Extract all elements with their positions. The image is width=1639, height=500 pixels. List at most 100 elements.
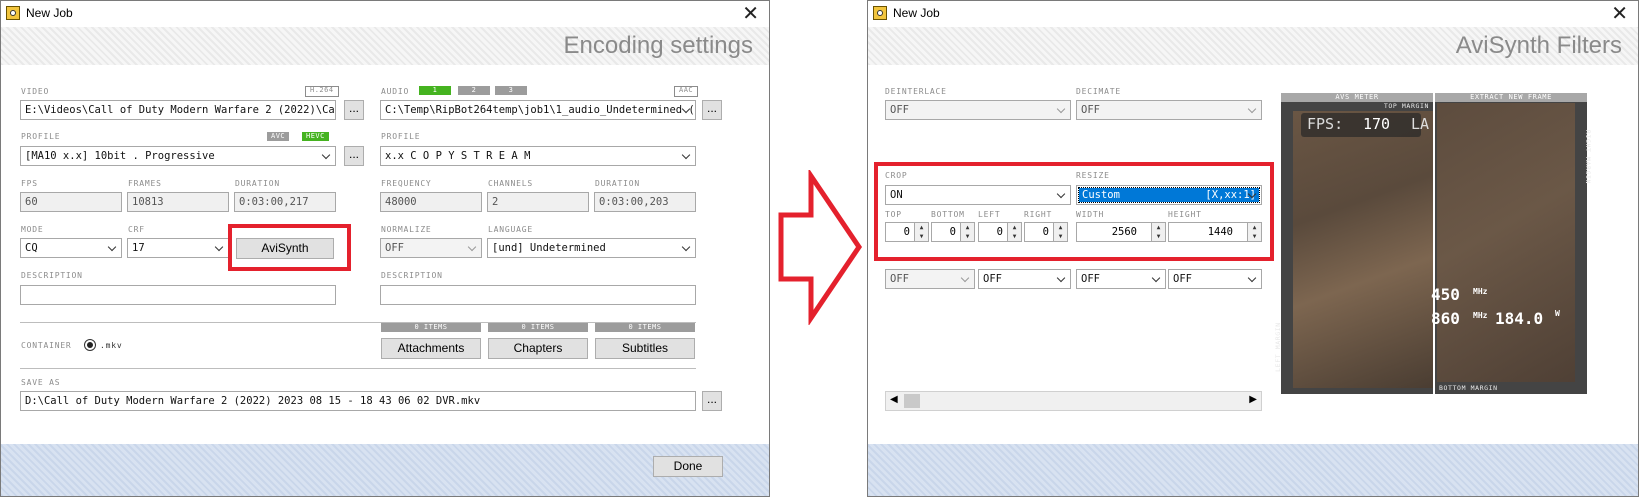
- codec-badge-aac: AAC: [674, 86, 699, 97]
- profile-browse-button[interactable]: ...: [344, 146, 364, 166]
- video-duration-field: 0:03:00,217: [234, 192, 336, 212]
- video-duration-label: DURATION: [235, 179, 280, 188]
- app-icon: [873, 6, 887, 20]
- audio-duration-label: DURATION: [595, 179, 640, 188]
- channels-field: 2: [487, 192, 589, 212]
- chapters-count: 0 ITEMS: [488, 323, 588, 332]
- audio-label: AUDIO: [381, 87, 410, 96]
- filter-select-3[interactable]: OFF: [1076, 269, 1166, 289]
- page-title: AviSynth Filters: [1455, 32, 1622, 59]
- avisynth-filters-window: New Job ✕ AviSynth Filters DEINTERLACE D…: [867, 0, 1639, 497]
- mhz-value-1: 450: [1431, 285, 1460, 304]
- top-margin-label[interactable]: TOP MARGIN: [1384, 102, 1429, 110]
- mhz-unit-1: MHz: [1473, 287, 1488, 296]
- crf-label: CRF: [128, 225, 145, 234]
- header-band: AviSynth Filters: [868, 27, 1638, 65]
- title-bar: New Job ✕: [868, 1, 1638, 27]
- save-as-path-field[interactable]: D:\Call of Duty Modern Warfare 2 (2022) …: [20, 391, 696, 411]
- la-overlay: LA: [1411, 115, 1430, 133]
- fps-overlay-label: FPS:: [1307, 115, 1344, 133]
- right-arrow-icon: [778, 170, 863, 325]
- crf-select[interactable]: 17: [127, 238, 229, 258]
- video-browse-button[interactable]: ...: [344, 100, 364, 120]
- subtitles-button[interactable]: Subtitles: [595, 338, 695, 359]
- video-profile-select[interactable]: [MA10 x.x] 10bit . Progressive: [20, 146, 336, 166]
- mkv-radio-label: .mkv: [100, 341, 123, 350]
- video-profile-label: PROFILE: [21, 132, 61, 141]
- watts-unit: W: [1555, 309, 1560, 318]
- mkv-radio[interactable]: [84, 339, 96, 351]
- audio-description-label: DESCRIPTION: [381, 271, 443, 280]
- frames-label: FRAMES: [128, 179, 162, 188]
- highlight-box: [874, 162, 1274, 261]
- frames-field: 10813: [127, 192, 229, 212]
- container-label: CONTAINER: [21, 341, 72, 350]
- encoding-settings-window: New Job ✕ Encoding settings VIDEO H.264 …: [0, 0, 770, 497]
- audio-track-2-tab[interactable]: 2: [458, 86, 490, 95]
- page-title: Encoding settings: [563, 32, 753, 59]
- frequency-field: 48000: [380, 192, 482, 212]
- preview-frame-image: FPS: 170 LA: [1293, 111, 1433, 388]
- attachments-count: 0 ITEMS: [381, 323, 481, 332]
- audio-duration-field: 0:03:00,203: [594, 192, 696, 212]
- video-description-field[interactable]: [20, 285, 336, 305]
- footer-band: [868, 444, 1638, 496]
- save-as-label: SAVE AS: [21, 378, 61, 387]
- video-path-field[interactable]: E:\Videos\Call of Duty Modern Warfare 2 …: [20, 100, 336, 120]
- deinterlace-select[interactable]: OFF: [885, 100, 1071, 120]
- fps-overlay-value: 170: [1363, 115, 1391, 133]
- close-icon[interactable]: ✕: [1611, 2, 1628, 24]
- audio-profile-label: PROFILE: [381, 132, 421, 141]
- mode-select[interactable]: CQ: [20, 238, 122, 258]
- language-label: LANGUAGE: [488, 225, 533, 234]
- scroll-left-icon[interactable]: ◀: [890, 394, 898, 405]
- video-description-label: DESCRIPTION: [21, 271, 83, 280]
- subtitles-count: 0 ITEMS: [595, 323, 695, 332]
- fps-label: FPS: [21, 179, 38, 188]
- left-margin-label[interactable]: LEFT MARGIN: [1274, 322, 1282, 372]
- audio-profile-select[interactable]: x.x C O P Y S T R E A M: [380, 146, 696, 166]
- highlight-box: [228, 224, 351, 271]
- attachments-button[interactable]: Attachments: [381, 338, 481, 359]
- filter-select-1[interactable]: OFF: [885, 269, 975, 289]
- language-select[interactable]: [und] Undetermined: [487, 238, 696, 258]
- extract-new-frame-header[interactable]: EXTRACT NEW FRAME: [1435, 93, 1587, 102]
- right-margin-label[interactable]: RIGHT MARGIN: [1584, 130, 1592, 184]
- extract-frame-panel[interactable]: EXTRACT NEW FRAME 450 MHz 860 MHz 184.0 …: [1431, 93, 1592, 394]
- save-as-browse-button[interactable]: ...: [702, 391, 722, 411]
- scroll-right-icon[interactable]: ▶: [1249, 394, 1257, 405]
- avc-badge[interactable]: AVC: [267, 132, 290, 141]
- mhz-value-2: 860: [1431, 309, 1460, 328]
- horizontal-scrollbar[interactable]: ◀ ▶: [885, 391, 1262, 411]
- decimate-label: DECIMATE: [1076, 87, 1121, 96]
- filter-select-4[interactable]: OFF: [1168, 269, 1262, 289]
- decimate-select[interactable]: OFF: [1076, 100, 1262, 120]
- normalize-select[interactable]: OFF: [380, 238, 482, 258]
- bottom-margin-label[interactable]: BOTTOM MARGIN: [1439, 384, 1498, 392]
- fps-field: 60: [20, 192, 122, 212]
- deinterlace-label: DEINTERLACE: [885, 87, 947, 96]
- audio-track-1-tab[interactable]: 1: [419, 86, 451, 95]
- frequency-label: FREQUENCY: [381, 179, 432, 188]
- header-band: Encoding settings: [1, 27, 769, 65]
- hevc-badge[interactable]: HEVC: [302, 132, 329, 141]
- mhz-unit-2: MHz: [1473, 311, 1488, 320]
- title-bar: New Job ✕: [1, 1, 769, 27]
- footer-band: Done: [1, 444, 769, 496]
- divider: [20, 368, 696, 369]
- window-title: New Job: [893, 6, 940, 20]
- audio-track-3-tab[interactable]: 3: [495, 86, 527, 95]
- done-button[interactable]: Done: [653, 456, 723, 477]
- filter-select-2[interactable]: OFF: [978, 269, 1071, 289]
- avs-meter-panel[interactable]: AVS METER FPS: 170 LA TOP MARGIN LEFT MA…: [1274, 93, 1433, 394]
- scroll-thumb[interactable]: [904, 394, 920, 408]
- audio-description-field[interactable]: [380, 285, 696, 305]
- avs-meter-header[interactable]: AVS METER: [1281, 93, 1433, 102]
- video-label: VIDEO: [21, 87, 50, 96]
- close-icon[interactable]: ✕: [742, 2, 759, 24]
- mode-label: MODE: [21, 225, 44, 234]
- audio-browse-button[interactable]: ...: [702, 100, 722, 120]
- window-title: New Job: [26, 6, 73, 20]
- audio-path-select[interactable]: C:\Temp\RipBot264temp\job1\1_audio_Undet…: [380, 100, 696, 120]
- chapters-button[interactable]: Chapters: [488, 338, 588, 359]
